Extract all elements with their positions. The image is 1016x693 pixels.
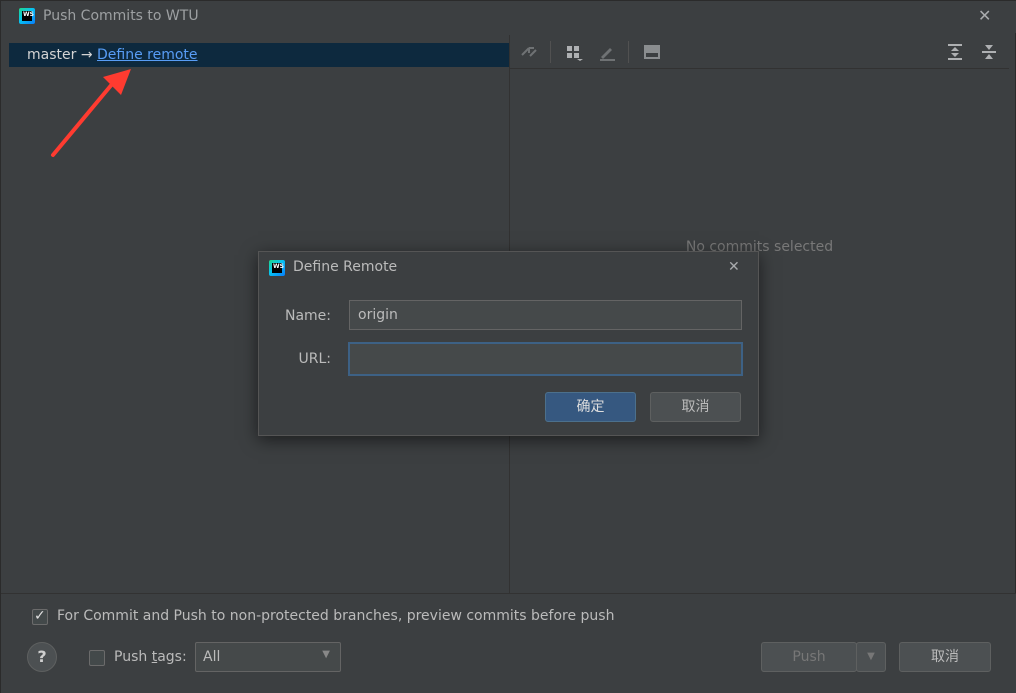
- chevron-down-icon: ▼: [867, 651, 875, 662]
- url-label: URL:: [298, 351, 332, 367]
- dialog-cancel-button[interactable]: 取消: [650, 392, 741, 422]
- group-by-icon[interactable]: [565, 43, 583, 61]
- name-label: Name:: [284, 308, 331, 324]
- bottom-panel: For Commit and Push to non-protected bra…: [1, 593, 1016, 693]
- push-tags-checkbox[interactable]: [89, 650, 105, 666]
- dialog-title: Define Remote: [293, 259, 398, 275]
- define-remote-dialog: WS Define Remote ✕ Name: URL: 确定 取消: [258, 251, 759, 436]
- annotation-arrow: [51, 69, 131, 157]
- push-tags-label: Push tags:: [114, 649, 187, 665]
- tags-select[interactable]: All ▼: [195, 642, 341, 672]
- name-input[interactable]: [349, 300, 742, 330]
- url-input[interactable]: [348, 342, 743, 376]
- expand-all-icon[interactable]: [946, 43, 964, 61]
- title-bar: WS Push Commits to WTU ✕: [1, 1, 1016, 33]
- close-icon[interactable]: ✕: [728, 259, 740, 275]
- help-button[interactable]: ?: [27, 642, 57, 672]
- preview-commits-checkbox[interactable]: [32, 608, 48, 625]
- cancel-button[interactable]: 取消: [899, 642, 991, 672]
- toolbar-separator: [628, 41, 629, 63]
- push-options-dropdown[interactable]: ▼: [856, 642, 886, 672]
- toolbar-separator: [550, 41, 551, 63]
- window-title: Push Commits to WTU: [43, 8, 199, 24]
- push-commits-window: WS Push Commits to WTU ✕ master → Define…: [0, 0, 1016, 693]
- details-toolbar: [510, 35, 1009, 69]
- tags-select-value: All: [203, 649, 221, 665]
- webstorm-icon: WS: [19, 8, 35, 24]
- close-icon[interactable]: ✕: [978, 8, 991, 24]
- push-button[interactable]: Push: [761, 642, 857, 672]
- webstorm-icon: WS: [269, 260, 285, 276]
- ok-button[interactable]: 确定: [545, 392, 636, 422]
- chevron-down-icon: ▼: [322, 649, 330, 660]
- preview-icon[interactable]: [643, 43, 661, 61]
- collapse-all-icon[interactable]: [980, 43, 998, 61]
- edit-icon[interactable]: [598, 43, 616, 61]
- preview-commits-label: For Commit and Push to non-protected bra…: [57, 608, 615, 624]
- cherry-pick-icon[interactable]: [520, 43, 538, 61]
